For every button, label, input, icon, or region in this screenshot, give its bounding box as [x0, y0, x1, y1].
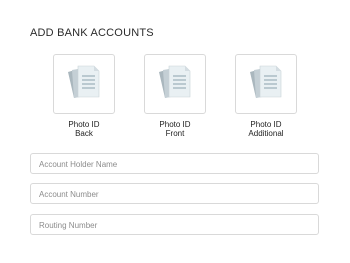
- document-stack-icon: [159, 65, 191, 98]
- account-holder-name-field[interactable]: [30, 153, 319, 174]
- account-number-field[interactable]: [30, 183, 319, 204]
- upload-box[interactable]: [144, 54, 206, 114]
- upload-box[interactable]: [235, 54, 297, 114]
- photo-id-uploads: Photo ID Back Photo ID Front Photo ID Ad…: [0, 54, 350, 144]
- upload-label: Photo ID Additional: [248, 120, 284, 138]
- upload-photo-id-back[interactable]: Photo ID Back: [53, 54, 115, 138]
- document-stack-icon: [250, 65, 282, 98]
- document-stack-icon: [68, 65, 100, 98]
- routing-number-field[interactable]: [30, 214, 319, 235]
- upload-photo-id-front[interactable]: Photo ID Front: [144, 54, 206, 138]
- account-number-input[interactable]: [31, 185, 318, 204]
- upload-box[interactable]: [53, 54, 115, 114]
- upload-label: Photo ID Front: [159, 120, 191, 138]
- upload-label: Photo ID Back: [68, 120, 100, 138]
- routing-number-input[interactable]: [31, 216, 318, 235]
- upload-photo-id-additional[interactable]: Photo ID Additional: [235, 54, 297, 138]
- account-holder-name-input[interactable]: [31, 155, 318, 174]
- page-title: ADD BANK ACCOUNTS: [30, 27, 154, 39]
